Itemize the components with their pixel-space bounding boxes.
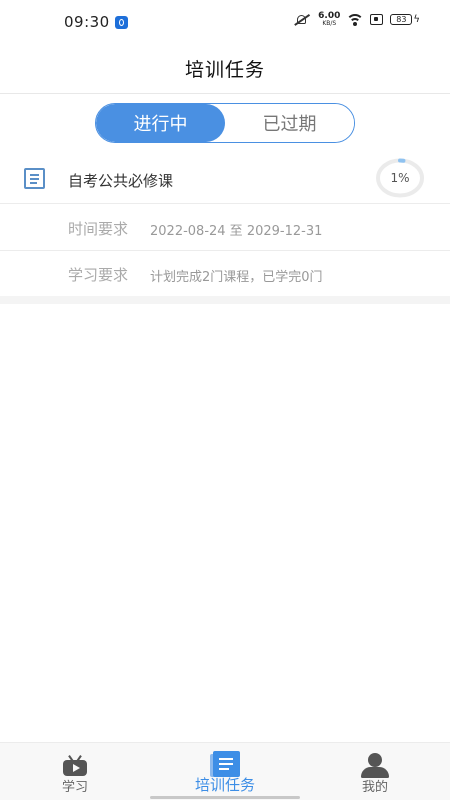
network-speed-unit: KB/S: [322, 20, 337, 27]
app-notification-icon: [115, 16, 128, 29]
tab-study[interactable]: 学习: [0, 743, 150, 800]
document-icon: [24, 168, 45, 189]
task-time-row: 时间要求 2022-08-24 至 2029-12-31: [0, 205, 450, 251]
study-requirement-value: 计划完成2门课程，已学完0门: [150, 270, 323, 285]
network-speed: 6.00 KB/S: [318, 12, 340, 27]
status-bar: 09:30 6.00 KB/S 83 ϟ: [0, 0, 450, 44]
tv-icon: [63, 755, 87, 776]
bottom-tab-bar: 学习 培训任务 我的: [0, 742, 450, 800]
mute-icon: [293, 13, 311, 27]
wifi-icon: [347, 13, 364, 26]
tab-mine-label: 我的: [361, 780, 388, 795]
page-header: 培训任务: [0, 44, 450, 94]
tab-mine[interactable]: 我的: [300, 743, 450, 800]
status-segment-control: 进行中 已过期: [95, 103, 355, 143]
tab-training-tasks[interactable]: 培训任务: [150, 743, 300, 800]
time-requirement-value: 2022-08-24 至 2029-12-31: [150, 224, 323, 239]
status-time: 09:30: [64, 13, 110, 31]
battery-indicator: 83 ϟ: [390, 14, 420, 25]
status-indicators: 6.00 KB/S 83 ϟ: [293, 12, 420, 27]
screen-record-icon: [370, 14, 384, 25]
battery-level: 83: [390, 14, 413, 25]
study-requirement-label: 学习要求: [68, 266, 129, 284]
time-requirement-label: 时间要求: [68, 220, 129, 238]
tab-study-label: 学习: [61, 780, 88, 795]
task-progress-text: 1%: [390, 171, 410, 185]
tab-in-progress[interactable]: 进行中: [96, 104, 225, 142]
charging-icon: ϟ: [413, 14, 420, 25]
home-indicator[interactable]: [150, 796, 300, 799]
page-title: 培训任务: [184, 59, 265, 81]
tab-training-tasks-label: 培训任务: [194, 776, 255, 794]
task-title: 自考公共必修课: [68, 172, 174, 190]
card-divider: [0, 296, 450, 304]
tab-expired[interactable]: 已过期: [225, 104, 354, 142]
task-study-row: 学习要求 计划完成2门课程，已学完0门: [0, 251, 450, 297]
